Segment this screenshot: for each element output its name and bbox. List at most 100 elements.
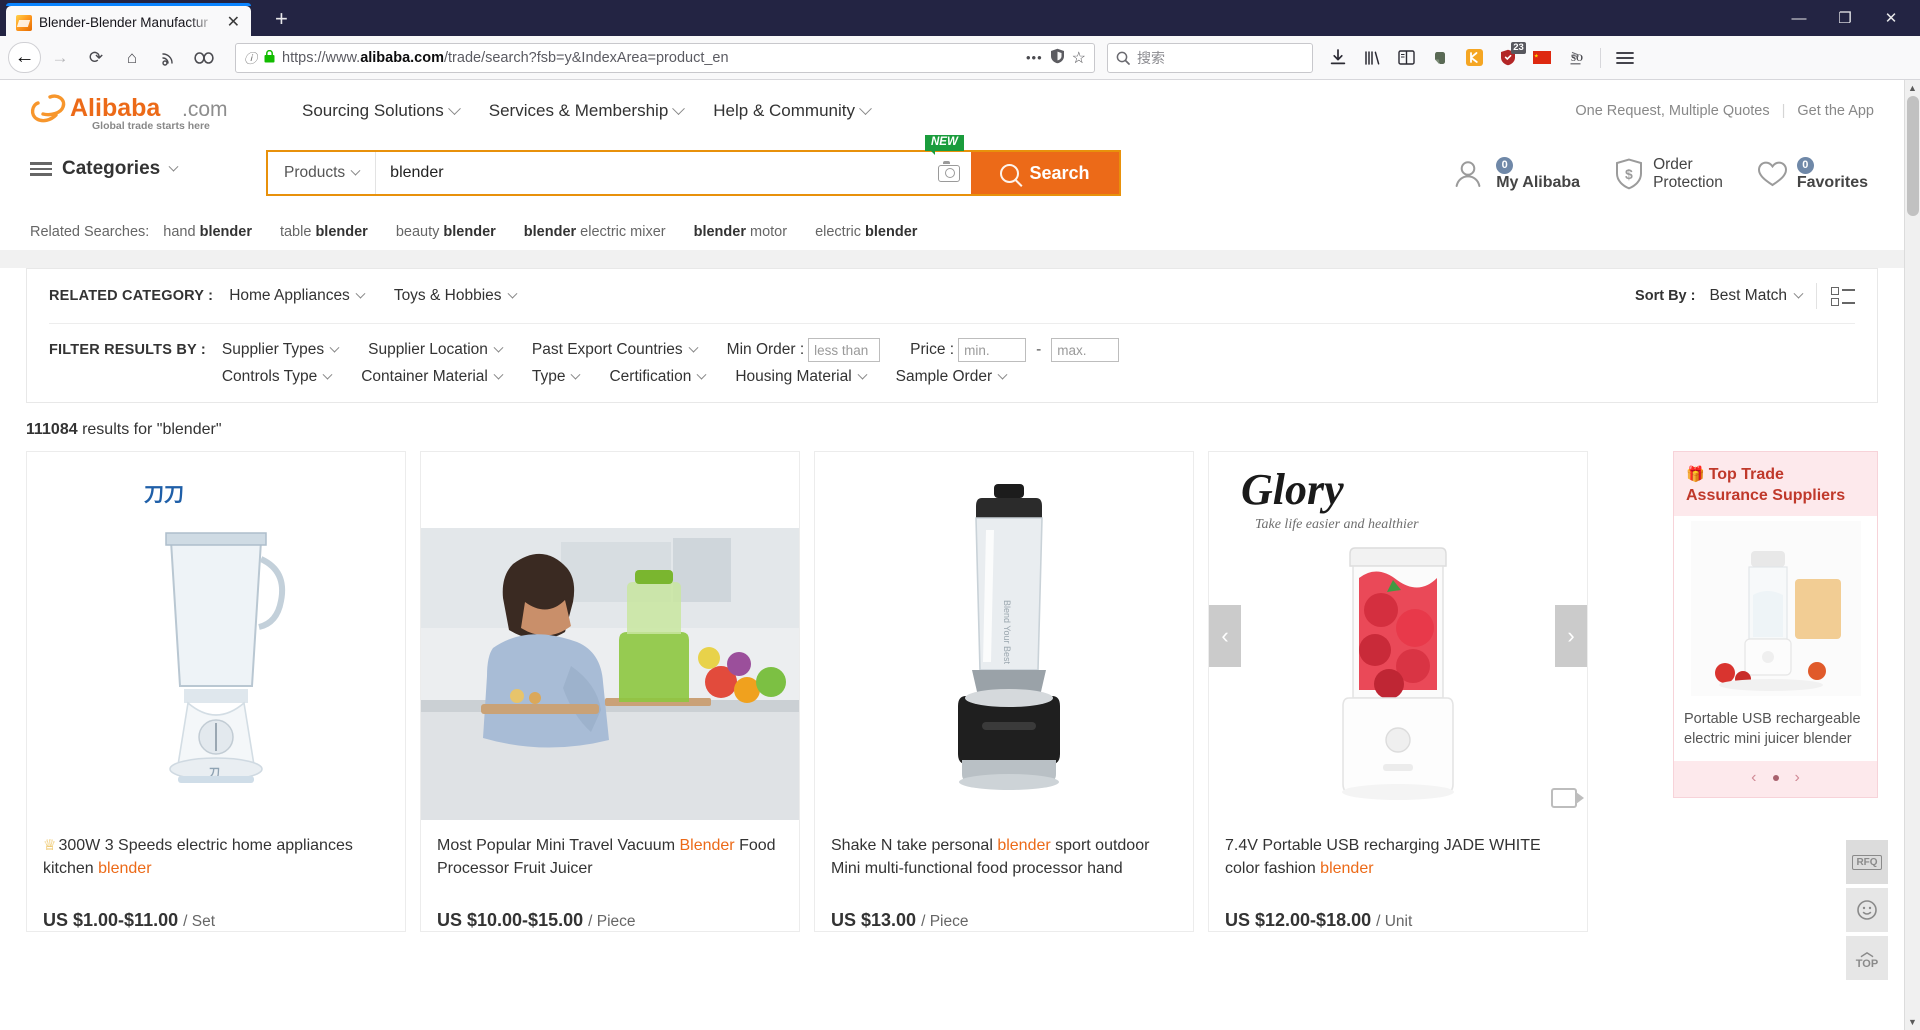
scrollbar-thumb[interactable] xyxy=(1906,96,1919,216)
related-search-link[interactable]: blender motor xyxy=(694,224,787,240)
scrollbar-track[interactable] xyxy=(1905,96,1920,1014)
pocket-icon[interactable] xyxy=(187,42,221,74)
reload-button[interactable]: ⟳ xyxy=(79,42,113,74)
tracking-shield-icon[interactable] xyxy=(1050,48,1065,67)
category-home-appliances[interactable]: Home Appliances xyxy=(229,287,366,305)
product-card[interactable]: Most Popular Mini Travel Vacuum Blender … xyxy=(420,451,800,932)
forward-button[interactable]: → xyxy=(43,42,77,74)
alibaba-logo[interactable]: Alibaba .com Global trade starts here xyxy=(30,89,266,133)
product-title[interactable]: ♕ 300W 3 Speeds electric home appliances … xyxy=(43,834,389,880)
downloads-icon[interactable] xyxy=(1323,43,1353,73)
related-search-link[interactable]: table blender xyxy=(280,224,368,240)
product-title[interactable]: Shake N take personal blender sport outd… xyxy=(831,834,1177,880)
filter-controls-type[interactable]: Controls Type xyxy=(222,368,333,386)
product-card[interactable]: Blend Your Best Shake N take personal bl… xyxy=(814,451,1194,932)
product-card[interactable]: 刀刀 刀 ♕ 300W 3 Speeds electric home appli… xyxy=(26,451,406,932)
back-to-top-button[interactable]: ︿ TOP xyxy=(1846,936,1888,980)
filter-sample-order[interactable]: Sample Order xyxy=(896,368,1008,386)
lock-icon xyxy=(264,49,275,66)
filter-label: Supplier Types xyxy=(221,341,325,358)
price-min-input[interactable]: min. xyxy=(958,338,1027,362)
one-request-link[interactable]: One Request, Multiple Quotes xyxy=(1575,103,1769,119)
bookmark-star-icon[interactable]: ☆ xyxy=(1072,48,1086,68)
nav-services-membership[interactable]: Services & Membership xyxy=(489,101,686,121)
evernote-icon[interactable] xyxy=(1425,43,1455,73)
promo-next-button[interactable]: › xyxy=(1795,769,1800,787)
image-search-button[interactable]: NEW xyxy=(925,135,971,194)
new-tab-button[interactable]: + xyxy=(267,8,296,30)
window-close-button[interactable]: ✕ xyxy=(1868,1,1914,35)
url-more-icon[interactable]: ••• xyxy=(1026,50,1043,65)
home-button[interactable]: ⌂ xyxy=(115,42,149,74)
rss-icon[interactable] xyxy=(151,42,185,74)
browser-search-bar[interactable]: 搜索 xyxy=(1107,42,1313,73)
product-price: US $10.00-$15.00 / Piece xyxy=(437,910,783,931)
filter-supplier-types[interactable]: Supplier Types xyxy=(221,341,340,359)
sort-by-select[interactable]: Best Match xyxy=(1709,287,1804,305)
scroll-down-arrow[interactable]: ▼ xyxy=(1908,1014,1917,1030)
search-type-selector[interactable]: Products xyxy=(268,152,377,194)
adblock-shield-icon[interactable]: 23 xyxy=(1493,41,1526,73)
sidebar-icon[interactable] xyxy=(1391,43,1421,73)
filter-past-export-countries[interactable]: Past Export Countries xyxy=(532,341,699,359)
promo-prev-button[interactable]: ‹ xyxy=(1751,769,1756,787)
category-toys-hobbies[interactable]: Toys & Hobbies xyxy=(394,287,517,305)
browser-tab[interactable]: Blender-Blender Manufactur ✕ xyxy=(6,3,251,39)
scroll-up-arrow[interactable]: ▲ xyxy=(1908,80,1917,96)
product-title[interactable]: 7.4V Portable USB recharging JADE WHITE … xyxy=(1225,834,1571,880)
library-icon[interactable] xyxy=(1357,43,1387,73)
related-search-link[interactable]: hand blender xyxy=(163,224,252,240)
floating-toolbar: RFQ ︿ TOP xyxy=(1846,840,1888,980)
search-button[interactable]: Search xyxy=(971,152,1119,194)
filter-housing-material[interactable]: Housing Material xyxy=(735,368,868,386)
tab-close-icon[interactable]: ✕ xyxy=(224,13,243,33)
chevron-down-icon xyxy=(859,101,872,115)
maximize-button[interactable]: ❐ xyxy=(1822,1,1868,35)
nav-help-community[interactable]: Help & Community xyxy=(713,101,872,121)
stackoverflow-icon[interactable]: SO xyxy=(1561,43,1591,73)
page-info-icon[interactable]: ⓘ xyxy=(244,48,257,67)
results-count: 111084 xyxy=(26,421,78,438)
filter-supplier-location[interactable]: Supplier Location xyxy=(368,341,504,359)
product-card[interactable]: Glory Take life easier and healthier ‹ ›… xyxy=(1208,451,1588,932)
promo-caption[interactable]: Portable USB rechargeable electric mini … xyxy=(1674,701,1877,761)
account-cluster: 0 My Alibaba $ Order Protection 0 Favori… xyxy=(1453,156,1874,192)
search-input[interactable]: blender xyxy=(376,152,927,194)
extension-orange-icon[interactable] xyxy=(1459,43,1489,73)
product-title[interactable]: Most Popular Mini Travel Vacuum Blender … xyxy=(437,834,783,880)
user-avatar-icon xyxy=(1455,161,1481,187)
url-bar[interactable]: ⓘ https://www.alibaba.com/trade/search?f… xyxy=(235,42,1095,73)
chat-button[interactable] xyxy=(1846,888,1888,932)
tab-strip: Blender-Blender Manufactur ✕ + — ❐ ✕ xyxy=(0,0,1920,39)
related-search-link[interactable]: blender electric mixer xyxy=(524,224,666,240)
search-type-label: Products xyxy=(284,164,346,181)
url-scheme: https://www. xyxy=(282,49,361,66)
promo-image[interactable] xyxy=(1674,516,1877,701)
favorites-button[interactable]: 0 Favorites xyxy=(1757,156,1868,192)
order-protection-button[interactable]: $ Order Protection xyxy=(1614,156,1723,192)
back-button[interactable]: ← xyxy=(8,42,41,73)
filter-certification[interactable]: Certification xyxy=(609,368,707,386)
my-alibaba-button[interactable]: 0 My Alibaba xyxy=(1453,156,1580,192)
price-max-input[interactable]: max. xyxy=(1051,338,1120,362)
filter-type[interactable]: Type xyxy=(532,368,581,386)
china-flag-icon[interactable] xyxy=(1527,43,1557,73)
price-unit: / Set xyxy=(183,913,216,930)
title-highlight: Blender xyxy=(679,837,735,854)
min-order-input[interactable]: less than xyxy=(808,338,881,362)
list-view-icon[interactable] xyxy=(1831,286,1855,306)
video-icon[interactable] xyxy=(1551,788,1584,808)
carousel-next-button[interactable]: › xyxy=(1555,605,1587,667)
carousel-prev-button[interactable]: ‹ xyxy=(1209,605,1241,667)
minimize-button[interactable]: — xyxy=(1776,1,1822,35)
get-the-app-link[interactable]: Get the App xyxy=(1797,103,1874,119)
nav-sourcing-solutions[interactable]: Sourcing Solutions xyxy=(302,101,461,121)
related-search-link[interactable]: electric blender xyxy=(815,224,917,240)
rfq-button[interactable]: RFQ xyxy=(1846,840,1888,884)
filter-container-material[interactable]: Container Material xyxy=(361,368,504,386)
menu-hamburger-icon[interactable] xyxy=(1610,43,1640,73)
related-search-link[interactable]: beauty blender xyxy=(396,224,496,240)
page-scrollbar[interactable]: ▲ ▼ xyxy=(1904,80,1920,1030)
categories-button[interactable]: Categories xyxy=(30,158,266,180)
promo-dot-indicator[interactable] xyxy=(1772,775,1779,781)
